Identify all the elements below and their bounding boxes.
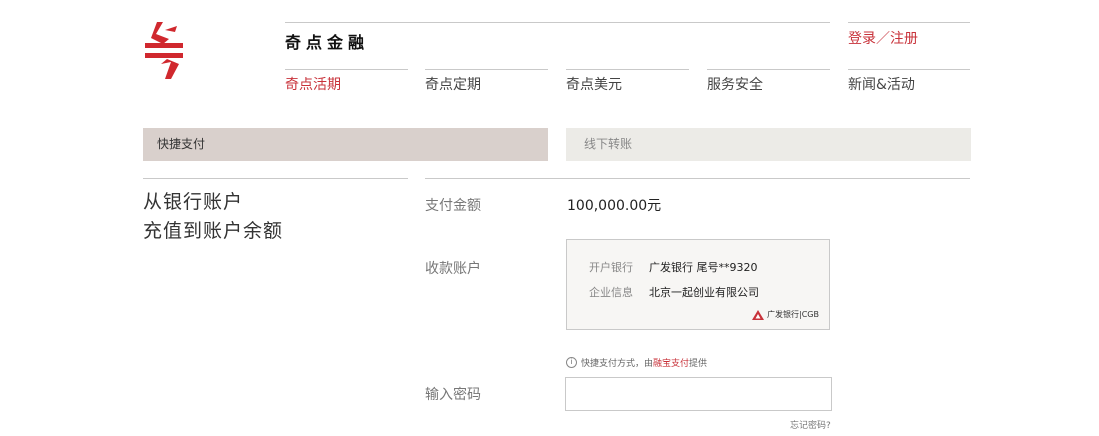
company-label: 企业信息	[589, 286, 633, 299]
info-icon: i	[566, 357, 577, 368]
password-label: 输入密码	[425, 387, 481, 403]
page-title: 从银行账户 充值到账户余额	[143, 191, 284, 242]
nav-current[interactable]: 奇点活期	[285, 74, 341, 94]
amount-label: 支付金额	[425, 198, 481, 214]
payment-note: i 快捷支付方式，由 融宝支付 提供	[566, 356, 707, 369]
login-register-link[interactable]: 登录／注册	[848, 28, 918, 48]
qidian-logo[interactable]	[143, 22, 185, 80]
account-card: 开户银行 广发银行 尾号**9320 企业信息 北京一起创业有限公司 广发银行|…	[566, 239, 830, 330]
bank-value: 广发银行 尾号**9320	[649, 261, 758, 274]
brand-title: 奇点金融	[285, 33, 370, 52]
tab-offline-transfer[interactable]: 线下转账	[566, 128, 971, 161]
nav-news[interactable]: 新闻&活动	[848, 74, 915, 94]
nav-fixed[interactable]: 奇点定期	[425, 74, 481, 94]
password-input[interactable]	[565, 377, 832, 411]
nav-usd[interactable]: 奇点美元	[566, 74, 622, 94]
nav-security[interactable]: 服务安全	[707, 74, 763, 94]
bank-label: 开户银行	[589, 261, 633, 274]
forgot-password-link[interactable]: 忘记密码?	[790, 418, 831, 431]
amount-value: 100,000.00元	[567, 198, 662, 214]
payment-provider: 融宝支付	[653, 359, 690, 369]
tab-quick-pay[interactable]: 快捷支付	[143, 128, 548, 161]
cgb-logo: 广发银行|CGB	[752, 309, 819, 320]
account-label: 收款账户	[425, 261, 481, 277]
company-value: 北京一起创业有限公司	[649, 286, 759, 299]
